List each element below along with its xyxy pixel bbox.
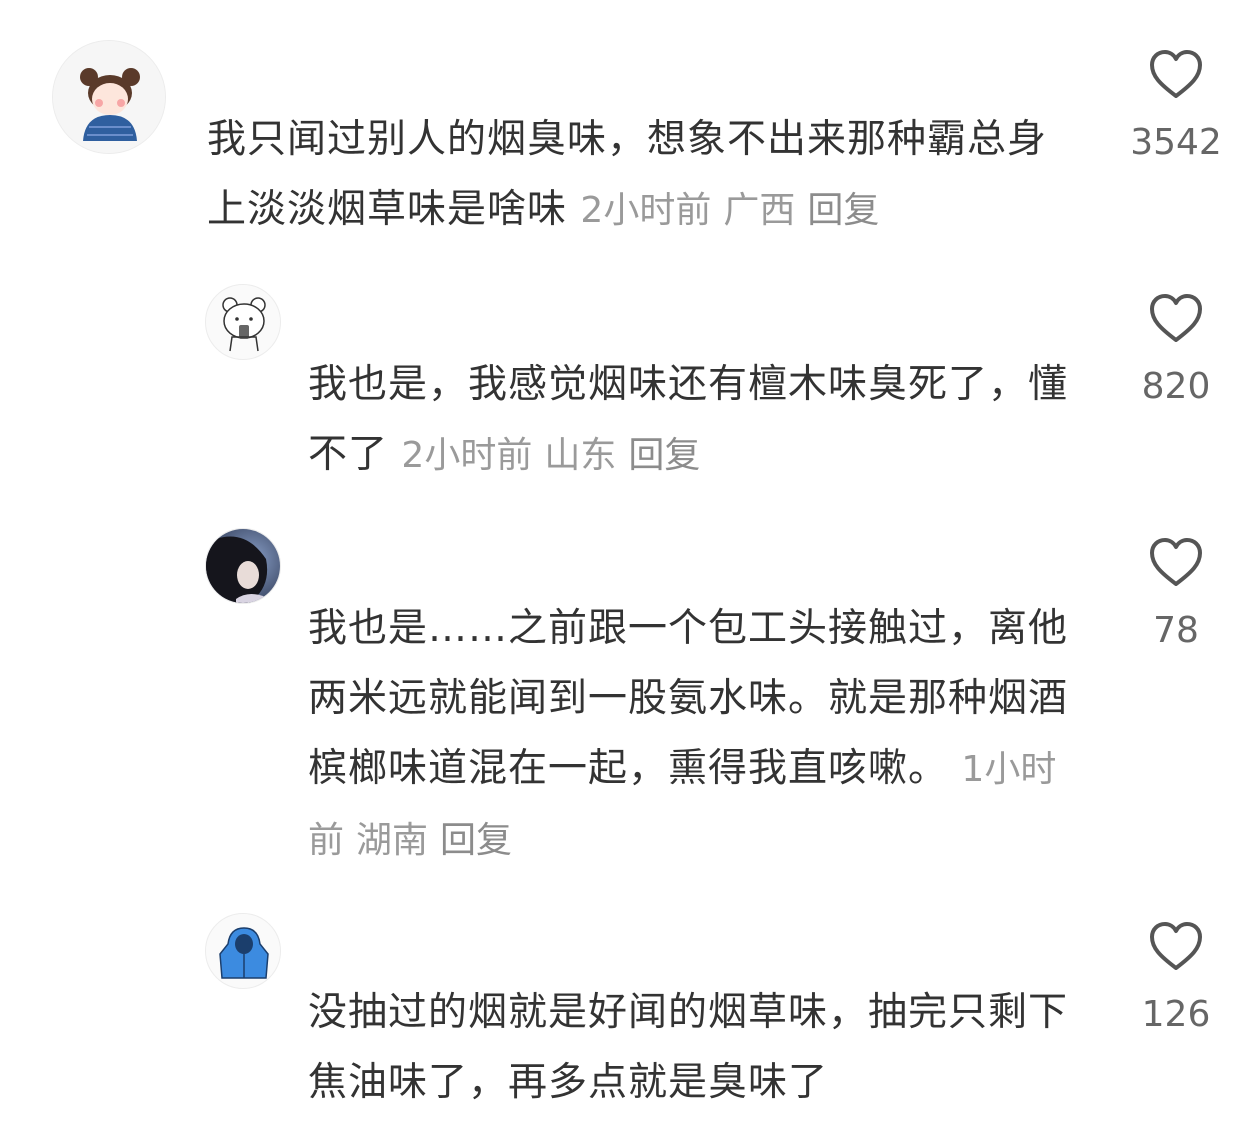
reply-button[interactable]: 回复: [807, 190, 879, 231]
like-count: 126: [1141, 994, 1211, 1035]
avatar[interactable]: [205, 284, 281, 360]
like-count: 3542: [1130, 122, 1222, 163]
comment-meta: 2小时前 山东 回复: [401, 435, 712, 476]
comment-text: 没抽过的烟就是好闻的烟草味，抽完只剩下焦油味了，再多点就是臭味了: [308, 990, 1069, 1105]
reply-button[interactable]: 回复: [628, 435, 700, 476]
bear-avatar-icon: [206, 285, 280, 359]
like-count: 820: [1141, 366, 1211, 407]
like-button[interactable]: 126: [1116, 920, 1236, 1035]
hoodie-avatar-icon: [206, 914, 280, 988]
heart-icon: [1150, 922, 1202, 970]
photo-avatar-icon: [206, 529, 280, 603]
comment-text: 我也是……之前跟一个包工头接触过，离他两米远就能闻到一股氨水味。就是那种烟酒槟榔…: [308, 606, 1069, 791]
comment-location: 湖南: [356, 820, 429, 861]
heart-icon: [1150, 538, 1202, 586]
comment-time: 2小时前: [401, 435, 533, 476]
comment-location: 广西: [723, 190, 796, 231]
heart-icon: [1150, 50, 1202, 98]
comment-time: 2小时前: [580, 190, 712, 231]
avatar[interactable]: [52, 40, 166, 154]
like-count: 78: [1153, 610, 1199, 651]
avatar[interactable]: [205, 528, 281, 604]
heart-icon: [1150, 294, 1202, 342]
reply-button[interactable]: 回复: [440, 820, 512, 861]
like-button[interactable]: 78: [1116, 536, 1236, 651]
girl-avatar-icon: [53, 41, 165, 153]
like-button[interactable]: 820: [1116, 292, 1236, 407]
avatar[interactable]: [205, 913, 281, 989]
comment-location: 山东: [544, 435, 617, 476]
like-button[interactable]: 3542: [1116, 48, 1236, 163]
comment-meta: 2小时前 广西 回复: [580, 190, 891, 231]
